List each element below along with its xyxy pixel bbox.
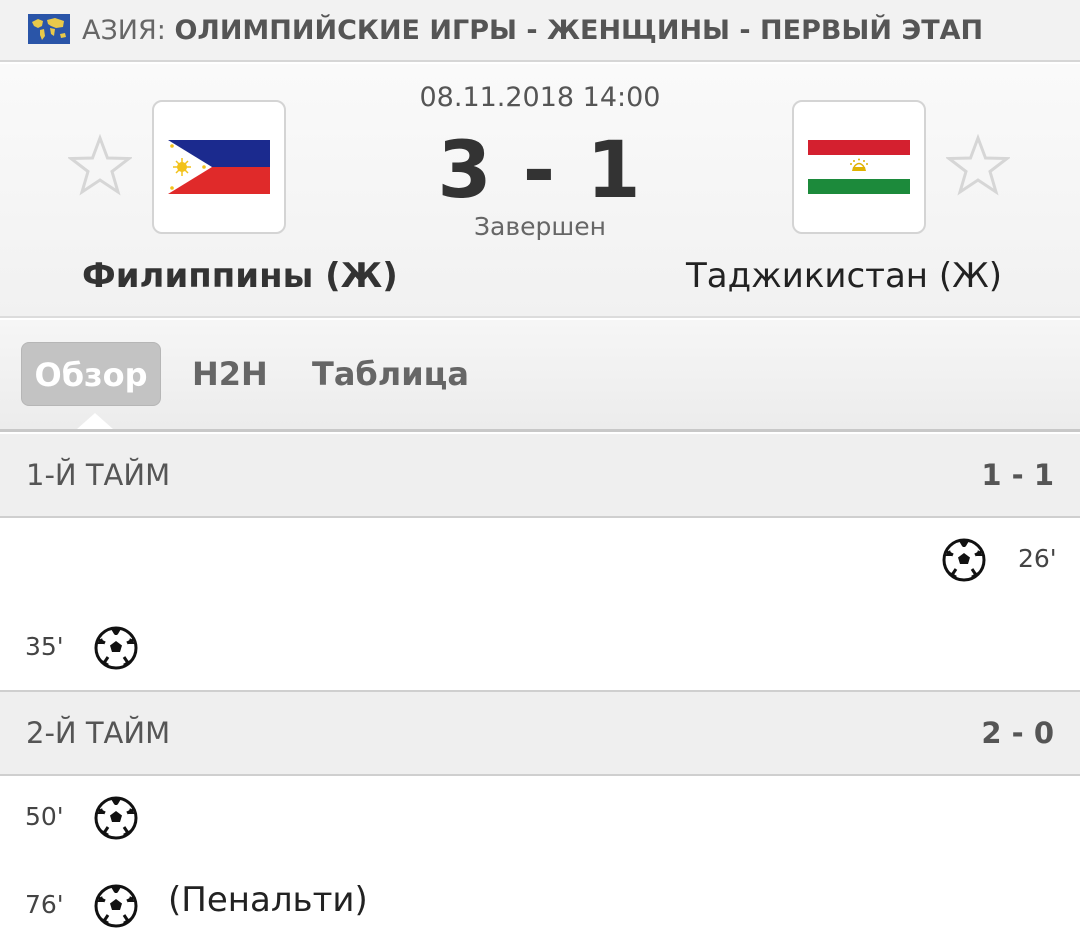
tab-bar: Обзор H2H Таблица — [0, 320, 1080, 432]
event-note: (Пенальти) — [168, 880, 368, 920]
favorite-star-icon-away[interactable] — [946, 134, 1010, 198]
event-row-away-goal: 26' — [0, 520, 1080, 600]
period-header-second-half: 2-Й ТАЙМ 2 - 0 — [0, 692, 1080, 776]
league-name: ОЛИМПИЙСКИЕ ИГРЫ - ЖЕНЩИНЫ - ПЕРВЫЙ ЭТАП — [174, 15, 984, 46]
philippines-flag-icon — [168, 140, 270, 194]
period-label: 2-Й ТАЙМ — [26, 716, 171, 750]
tab-standings[interactable]: Таблица — [312, 342, 469, 406]
tajikistan-flag-icon — [808, 140, 910, 194]
match-datetime: 08.11.2018 14:00 — [419, 82, 661, 113]
tab-overview-label: Обзор — [34, 356, 148, 394]
match-status: Завершен — [474, 212, 606, 241]
period-score: 2 - 0 — [981, 716, 1054, 750]
league-country: АЗИЯ: — [82, 15, 166, 46]
away-team-name[interactable]: Таджикистан (Ж) — [686, 254, 1002, 298]
home-team-logo[interactable] — [152, 100, 286, 234]
soccer-ball-icon — [942, 538, 986, 582]
away-team-logo[interactable] — [792, 100, 926, 234]
league-header[interactable]: АЗИЯ: ОЛИМПИЙСКИЕ ИГРЫ - ЖЕНЩИНЫ - ПЕРВЫ… — [0, 0, 1080, 62]
period-score: 1 - 1 — [981, 458, 1054, 492]
event-row-home-goal: 35' — [0, 608, 1080, 688]
world-map-icon — [28, 14, 70, 44]
period-label: 1-Й ТАЙМ — [26, 458, 171, 492]
active-tab-pointer — [77, 413, 113, 429]
soccer-ball-icon — [94, 796, 138, 840]
soccer-ball-icon — [94, 884, 138, 928]
match-score: 3 - 1 — [437, 126, 643, 216]
event-minute: 76' — [25, 890, 64, 919]
event-row-home-goal: 50' — [0, 778, 1080, 858]
league-title: АЗИЯ: ОЛИМПИЙСКИЕ ИГРЫ - ЖЕНЩИНЫ - ПЕРВЫ… — [82, 14, 983, 48]
period-header-first-half: 1-Й ТАЙМ 1 - 1 — [0, 434, 1080, 518]
match-header: 08.11.2018 14:00 3 - 1 Завершен Филиппин… — [0, 64, 1080, 318]
event-minute: 35' — [25, 632, 64, 661]
tab-overview[interactable]: Обзор — [21, 342, 161, 429]
event-minute: 50' — [25, 802, 64, 831]
home-team-name[interactable]: Филиппины (Ж) — [82, 254, 398, 298]
event-minute: 26' — [1018, 544, 1057, 573]
soccer-ball-icon — [94, 626, 138, 670]
event-row-home-goal-penalty: 76' (Пенальти) — [0, 866, 1080, 946]
favorite-star-icon-home[interactable] — [68, 134, 132, 198]
tab-h2h[interactable]: H2H — [192, 342, 268, 406]
